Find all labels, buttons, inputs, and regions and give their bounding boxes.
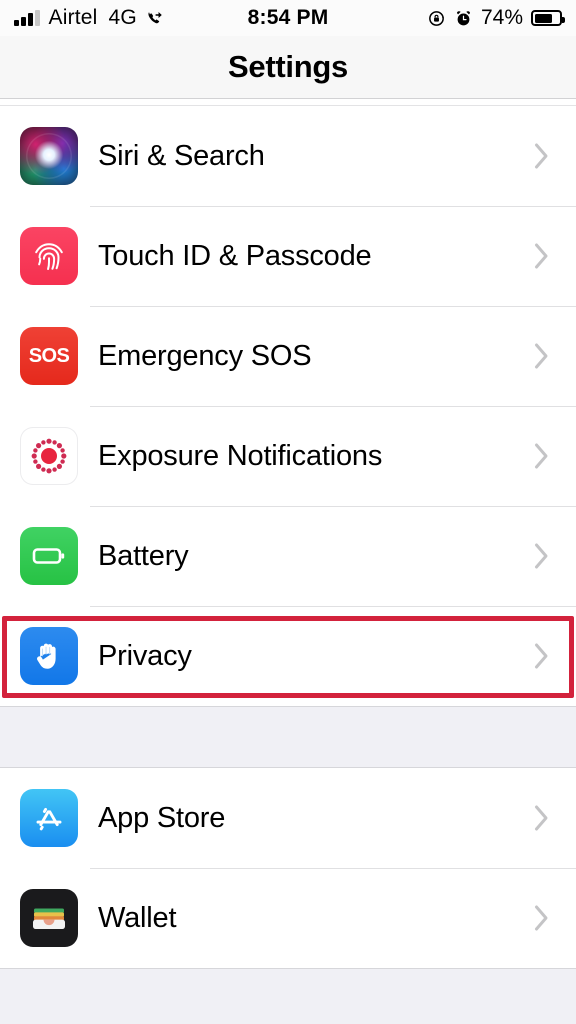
status-bar-clock: 8:54 PM <box>247 6 329 29</box>
settings-row-label: App Store <box>98 801 226 834</box>
settings-row-siri-and-search[interactable]: Siri & Search <box>0 106 576 206</box>
status-bar: Airtel 4G 8:54 PM 74% <box>0 0 576 36</box>
wallet-icon <box>20 889 78 947</box>
network-type-label: 4G <box>108 6 137 29</box>
settings-group-system: Siri & Search Touch ID & Passcode SOS Em… <box>0 106 576 706</box>
settings-group-store: App Store Wallet <box>0 768 576 968</box>
exposure-notifications-icon <box>20 427 78 485</box>
chevron-right-icon <box>534 804 550 832</box>
chevron-right-icon <box>534 904 550 932</box>
settings-row-label: Privacy <box>98 639 192 672</box>
settings-row-label: Siri & Search <box>98 139 265 172</box>
bottom-group-separator <box>0 968 576 1024</box>
settings-row-label: Exposure Notifications <box>98 439 383 472</box>
privacy-hand-icon <box>20 627 78 685</box>
settings-row-label: Emergency SOS <box>98 339 312 372</box>
call-forwarding-icon <box>146 9 165 28</box>
navigation-bar: Settings <box>0 36 576 99</box>
battery-percentage: 74% <box>480 6 524 29</box>
settings-row-touch-id-and-passcode[interactable]: Touch ID & Passcode <box>0 206 576 306</box>
settings-row-privacy[interactable]: Privacy <box>0 606 576 706</box>
settings-row-app-store[interactable]: App Store <box>0 768 576 868</box>
chevron-right-icon <box>534 442 550 470</box>
sos-icon-text: SOS <box>28 344 70 367</box>
status-bar-left: Airtel 4G <box>14 6 248 30</box>
alarm-clock-icon <box>454 9 473 28</box>
settings-row-emergency-sos[interactable]: SOS Emergency SOS <box>0 306 576 406</box>
rotation-lock-icon <box>427 9 446 28</box>
iphone-settings-screen: Airtel 4G 8:54 PM 74% Settings Siri & Se… <box>0 0 576 1024</box>
app-store-icon <box>20 789 78 847</box>
group-separator <box>0 706 576 768</box>
settings-row-label: Battery <box>98 539 189 572</box>
chevron-right-icon <box>534 542 550 570</box>
sos-icon: SOS <box>20 327 78 385</box>
chevron-right-icon <box>534 142 550 170</box>
status-bar-right: 74% <box>328 6 565 30</box>
settings-row-battery[interactable]: Battery <box>0 506 576 606</box>
settings-list[interactable]: Siri & Search Touch ID & Passcode SOS Em… <box>0 100 576 1024</box>
settings-row-exposure-notifications[interactable]: Exposure Notifications <box>0 406 576 506</box>
page-title: Settings <box>228 49 348 84</box>
status-bar-center: 8:54 PM <box>248 6 329 30</box>
battery-icon <box>531 10 565 26</box>
battery-app-icon <box>20 527 78 585</box>
chevron-right-icon <box>534 242 550 270</box>
carrier-name: Airtel <box>48 6 98 29</box>
cellular-signal-icon <box>14 10 40 26</box>
settings-row-wallet[interactable]: Wallet <box>0 868 576 968</box>
fingerprint-icon <box>20 227 78 285</box>
siri-icon <box>20 127 78 185</box>
settings-row-label: Touch ID & Passcode <box>98 239 372 272</box>
chevron-right-icon <box>534 642 550 670</box>
chevron-right-icon <box>534 342 550 370</box>
battery-fill <box>534 13 553 23</box>
settings-row-label: Wallet <box>98 901 177 934</box>
